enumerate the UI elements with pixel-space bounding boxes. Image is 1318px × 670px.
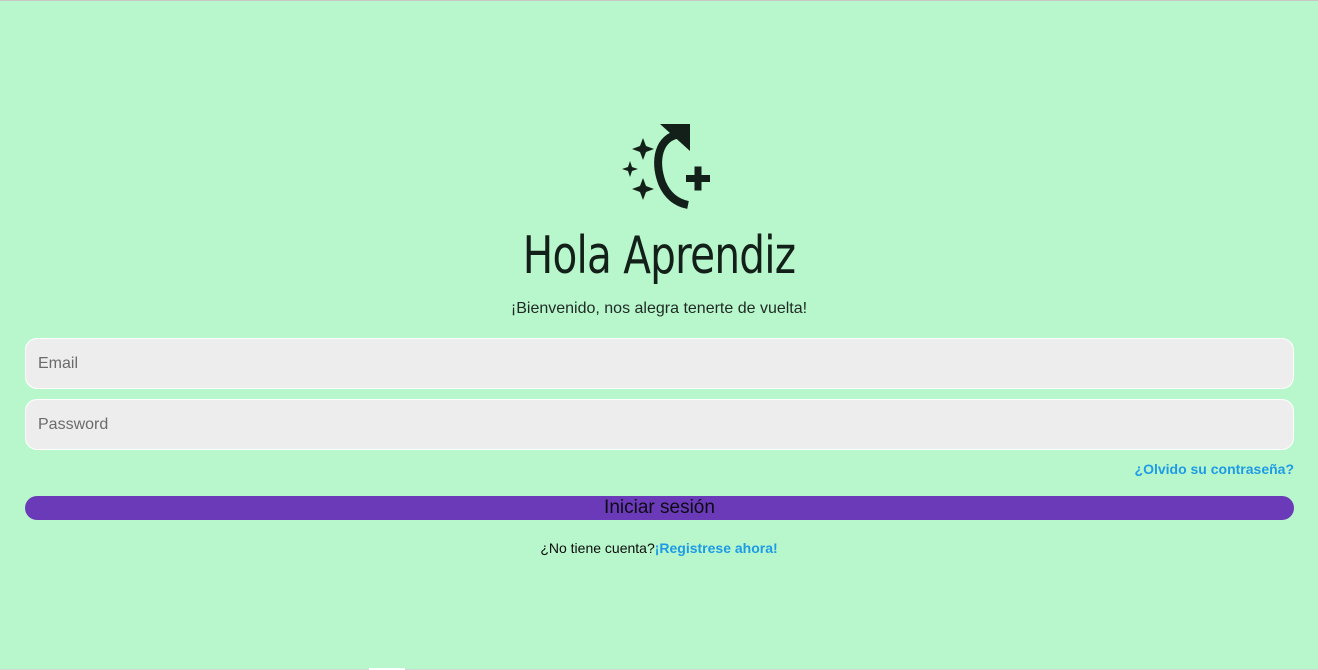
register-prompt: ¿No tiene cuenta? bbox=[540, 540, 655, 556]
welcome-subtitle: ¡Bienvenido, nos alegra tenerte de vuelt… bbox=[510, 300, 808, 317]
sparkle-rotate-plus-icon bbox=[622, 124, 710, 209]
password-field[interactable] bbox=[25, 399, 1294, 450]
login-button[interactable]: Iniciar sesión bbox=[25, 496, 1294, 520]
register-row: ¿No tiene cuenta?¡Registrese ahora! bbox=[0, 539, 1318, 557]
register-link[interactable]: ¡Registrese ahora! bbox=[655, 540, 778, 556]
page-title: Hola Aprendiz bbox=[522, 226, 796, 286]
forgot-password-link[interactable]: ¿Olvido su contraseña? bbox=[1135, 460, 1294, 478]
email-field[interactable] bbox=[25, 338, 1294, 389]
